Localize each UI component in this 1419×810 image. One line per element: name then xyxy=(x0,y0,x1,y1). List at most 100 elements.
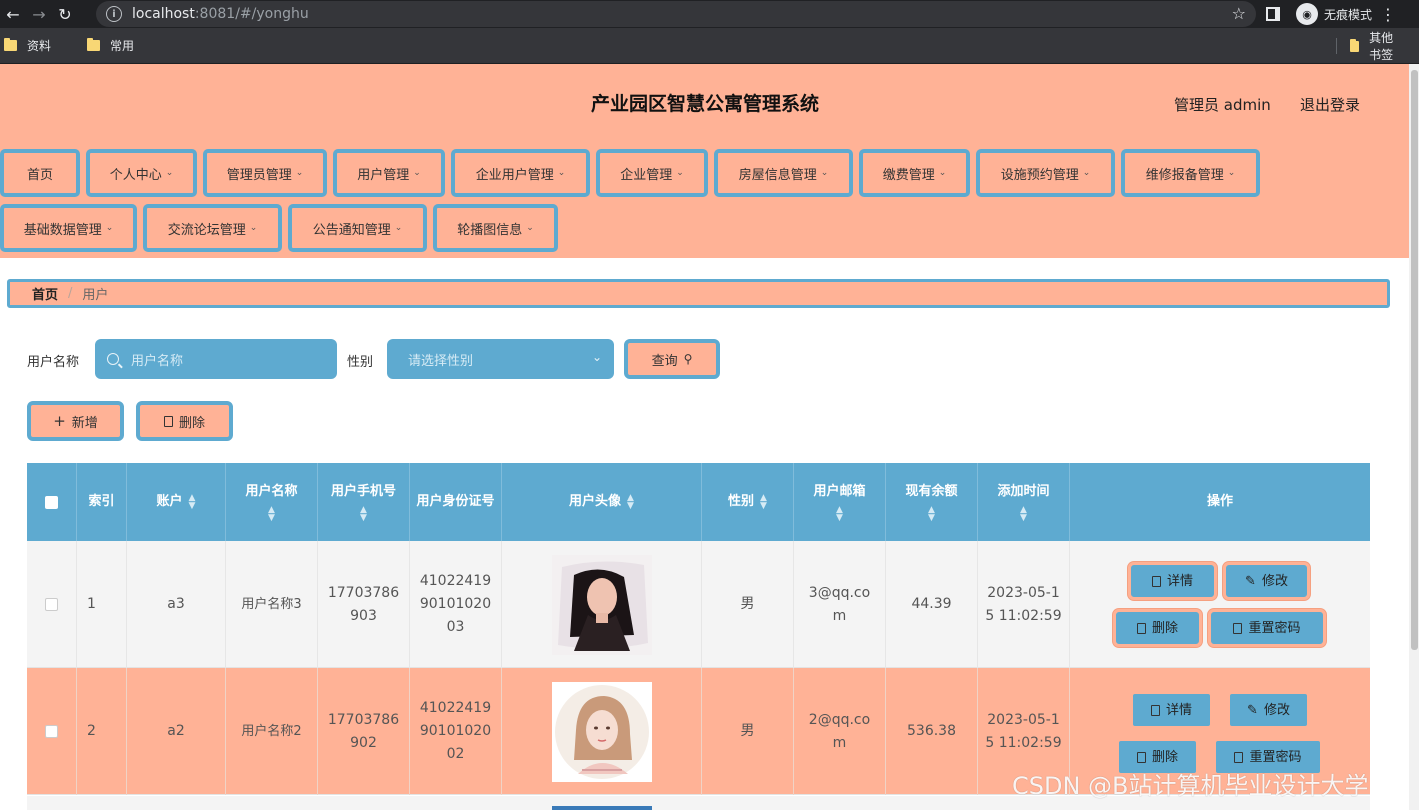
breadcrumb-home[interactable]: 首页 xyxy=(32,284,58,303)
url-path: :8081/#/yonghu xyxy=(194,6,309,22)
folder-icon xyxy=(4,38,17,51)
header-idcard[interactable]: 用户身份证号 xyxy=(410,463,502,541)
query-button[interactable]: 查询 ⚲ xyxy=(624,339,720,379)
add-button[interactable]: + 新增 xyxy=(27,401,124,441)
bookmark-folder-ziliao[interactable]: 资料 xyxy=(4,37,51,54)
menu-item-notice[interactable]: 公告通知管理 ⌄ xyxy=(288,204,427,252)
header-label: 用户头像 xyxy=(569,494,622,509)
cell-text: 5 11:02:59 xyxy=(985,734,1062,751)
detail-button[interactable]: 详情 xyxy=(1133,694,1210,726)
back-icon[interactable]: ← xyxy=(0,0,26,28)
chevron-down-icon: ⌄ xyxy=(676,168,684,178)
sort-icon[interactable]: ▲ ▼ xyxy=(627,494,634,511)
sort-icon[interactable]: ▲ ▼ xyxy=(268,506,275,523)
menu-label: 公告通知管理 xyxy=(312,222,391,238)
bookmark-star-icon[interactable]: ☆ xyxy=(1232,4,1246,23)
batch-delete-button[interactable]: 删除 xyxy=(136,401,233,441)
sort-icon[interactable]: ▲ ▼ xyxy=(760,494,767,511)
header-email[interactable]: 用户邮箱 ▲ ▼ xyxy=(794,463,886,541)
cell-text: 17703786 xyxy=(327,584,400,601)
menu-item-enterprise[interactable]: 企业管理 ⌄ xyxy=(596,149,708,197)
op-label: 删除 xyxy=(1151,620,1178,636)
menu-item-repair[interactable]: 维修报备管理 ⌄ xyxy=(1121,149,1260,197)
header-account[interactable]: 账户 ▲ ▼ xyxy=(127,463,226,541)
menu-item-payment[interactable]: 缴费管理 ⌄ xyxy=(859,149,970,197)
cell-text: 3@qq.co xyxy=(808,584,871,601)
edit-button[interactable]: ✎ 修改 xyxy=(1230,694,1307,726)
cell-index: 2 xyxy=(77,668,127,795)
sort-icon[interactable]: ▲ ▼ xyxy=(836,506,843,523)
menu-item-users[interactable]: 用户管理 ⌄ xyxy=(333,149,445,197)
row-checkbox[interactable] xyxy=(45,725,58,738)
cell-avatar xyxy=(502,541,702,668)
sort-icon[interactable]: ▲ ▼ xyxy=(189,494,196,511)
gender-select-placeholder: 请选择性别 xyxy=(408,353,474,369)
logout-link[interactable]: 退出登录 xyxy=(1300,94,1360,115)
chevron-down-icon: ⌄ xyxy=(394,223,403,233)
menu-item-forum[interactable]: 交流论坛管理 ⌄ xyxy=(143,204,282,252)
header-added-time[interactable]: 添加时间 ▲ ▼ xyxy=(978,463,1070,541)
header-label: 现有余额 xyxy=(905,484,958,499)
avatar-image[interactable] xyxy=(551,554,652,655)
gender-filter-label: 性别 xyxy=(347,355,374,370)
row-checkbox[interactable] xyxy=(45,598,58,611)
menu-item-personal[interactable]: 个人中心 ⌄ xyxy=(86,149,197,197)
address-bar[interactable]: i localhost :8081/#/yonghu ☆ xyxy=(96,1,1256,27)
gender-select[interactable]: 请选择性别 ⌄ xyxy=(387,339,614,379)
browser-toolbar: ← → ↻ i localhost :8081/#/yonghu ☆ ◉ 无痕模… xyxy=(0,0,1419,28)
breadcrumb-separator: / xyxy=(68,286,73,301)
chevron-down-icon: ⌄ xyxy=(1082,168,1091,178)
reload-icon[interactable]: ↻ xyxy=(52,0,78,28)
forward-icon[interactable]: → xyxy=(26,0,52,28)
header-avatar[interactable]: 用户头像 ▲ ▼ xyxy=(502,463,702,541)
header-gender[interactable]: 性别 ▲ ▼ xyxy=(702,463,794,541)
admin-label: 管理员 admin xyxy=(1174,96,1271,114)
chevron-down-icon: ⌄ xyxy=(938,168,947,178)
cell-ops: 详情 ✎ 修改 删除 重置密码 xyxy=(1070,541,1370,668)
avatar-image[interactable] xyxy=(551,681,652,782)
edit-icon: ✎ xyxy=(1247,702,1258,718)
search-icon: ⚲ xyxy=(683,352,693,366)
menu-item-enterprise-users[interactable]: 企业用户管理 ⌄ xyxy=(451,149,590,197)
row-select-cell xyxy=(27,541,77,668)
url-host: localhost xyxy=(132,6,195,22)
edit-button[interactable]: ✎ 修改 xyxy=(1223,562,1310,600)
reset-password-button[interactable]: 重置密码 xyxy=(1208,609,1326,647)
select-all-checkbox[interactable] xyxy=(45,495,58,509)
scrollbar-thumb[interactable] xyxy=(1411,70,1418,650)
menu-label: 用户管理 xyxy=(357,167,410,183)
menu-item-housing[interactable]: 房屋信息管理 ⌄ xyxy=(714,149,853,197)
delete-button[interactable]: 删除 xyxy=(1113,609,1202,647)
cell-avatar xyxy=(502,668,702,795)
menu-item-carousel[interactable]: 轮播图信息 ⌄ xyxy=(433,204,558,252)
cell-gender: 男 xyxy=(702,668,794,795)
menu-label: 首页 xyxy=(26,167,53,183)
other-bookmarks[interactable]: 其他书签 xyxy=(1350,28,1403,64)
menu-item-admin[interactable]: 管理员管理 ⌄ xyxy=(203,149,327,197)
bookmark-folder-changyong[interactable]: 常用 xyxy=(87,37,134,54)
header-phone[interactable]: 用户手机号 ▲ ▼ xyxy=(318,463,410,541)
sort-icon[interactable]: ▲ ▼ xyxy=(360,506,367,523)
side-panel-icon[interactable] xyxy=(1266,7,1280,21)
cell-balance: 536.38 xyxy=(886,668,978,795)
detail-button[interactable]: 详情 xyxy=(1128,562,1217,600)
incognito-icon[interactable]: ◉ xyxy=(1296,3,1318,25)
site-info-icon[interactable]: i xyxy=(106,6,122,22)
folder-icon xyxy=(87,38,101,51)
menu-item-basic-data[interactable]: 基础数据管理 ⌄ xyxy=(0,204,137,252)
bookmark-label: 资料 xyxy=(27,39,52,53)
cell-name: 用户名称3 xyxy=(226,541,318,668)
header-name[interactable]: 用户名称 ▲ ▼ xyxy=(226,463,318,541)
menu-item-facility-booking[interactable]: 设施预约管理 ⌄ xyxy=(976,149,1115,197)
select-all-cell xyxy=(27,463,77,541)
chevron-down-icon: ⌄ xyxy=(557,168,566,178)
more-menu-icon[interactable]: ⋮ xyxy=(1380,5,1396,24)
menu-item-home[interactable]: 首页 xyxy=(0,149,80,197)
name-search-input[interactable]: 用户名称 xyxy=(95,339,337,379)
header-label: 用户名称 xyxy=(245,484,298,499)
header-balance[interactable]: 现有余额 ▲ ▼ xyxy=(886,463,978,541)
menu-label: 交流论坛管理 xyxy=(167,222,246,238)
sort-icon[interactable]: ▲ ▼ xyxy=(1020,506,1027,523)
sort-icon[interactable]: ▲ ▼ xyxy=(928,506,935,523)
cell-email: 2@qq.co m xyxy=(794,668,886,795)
